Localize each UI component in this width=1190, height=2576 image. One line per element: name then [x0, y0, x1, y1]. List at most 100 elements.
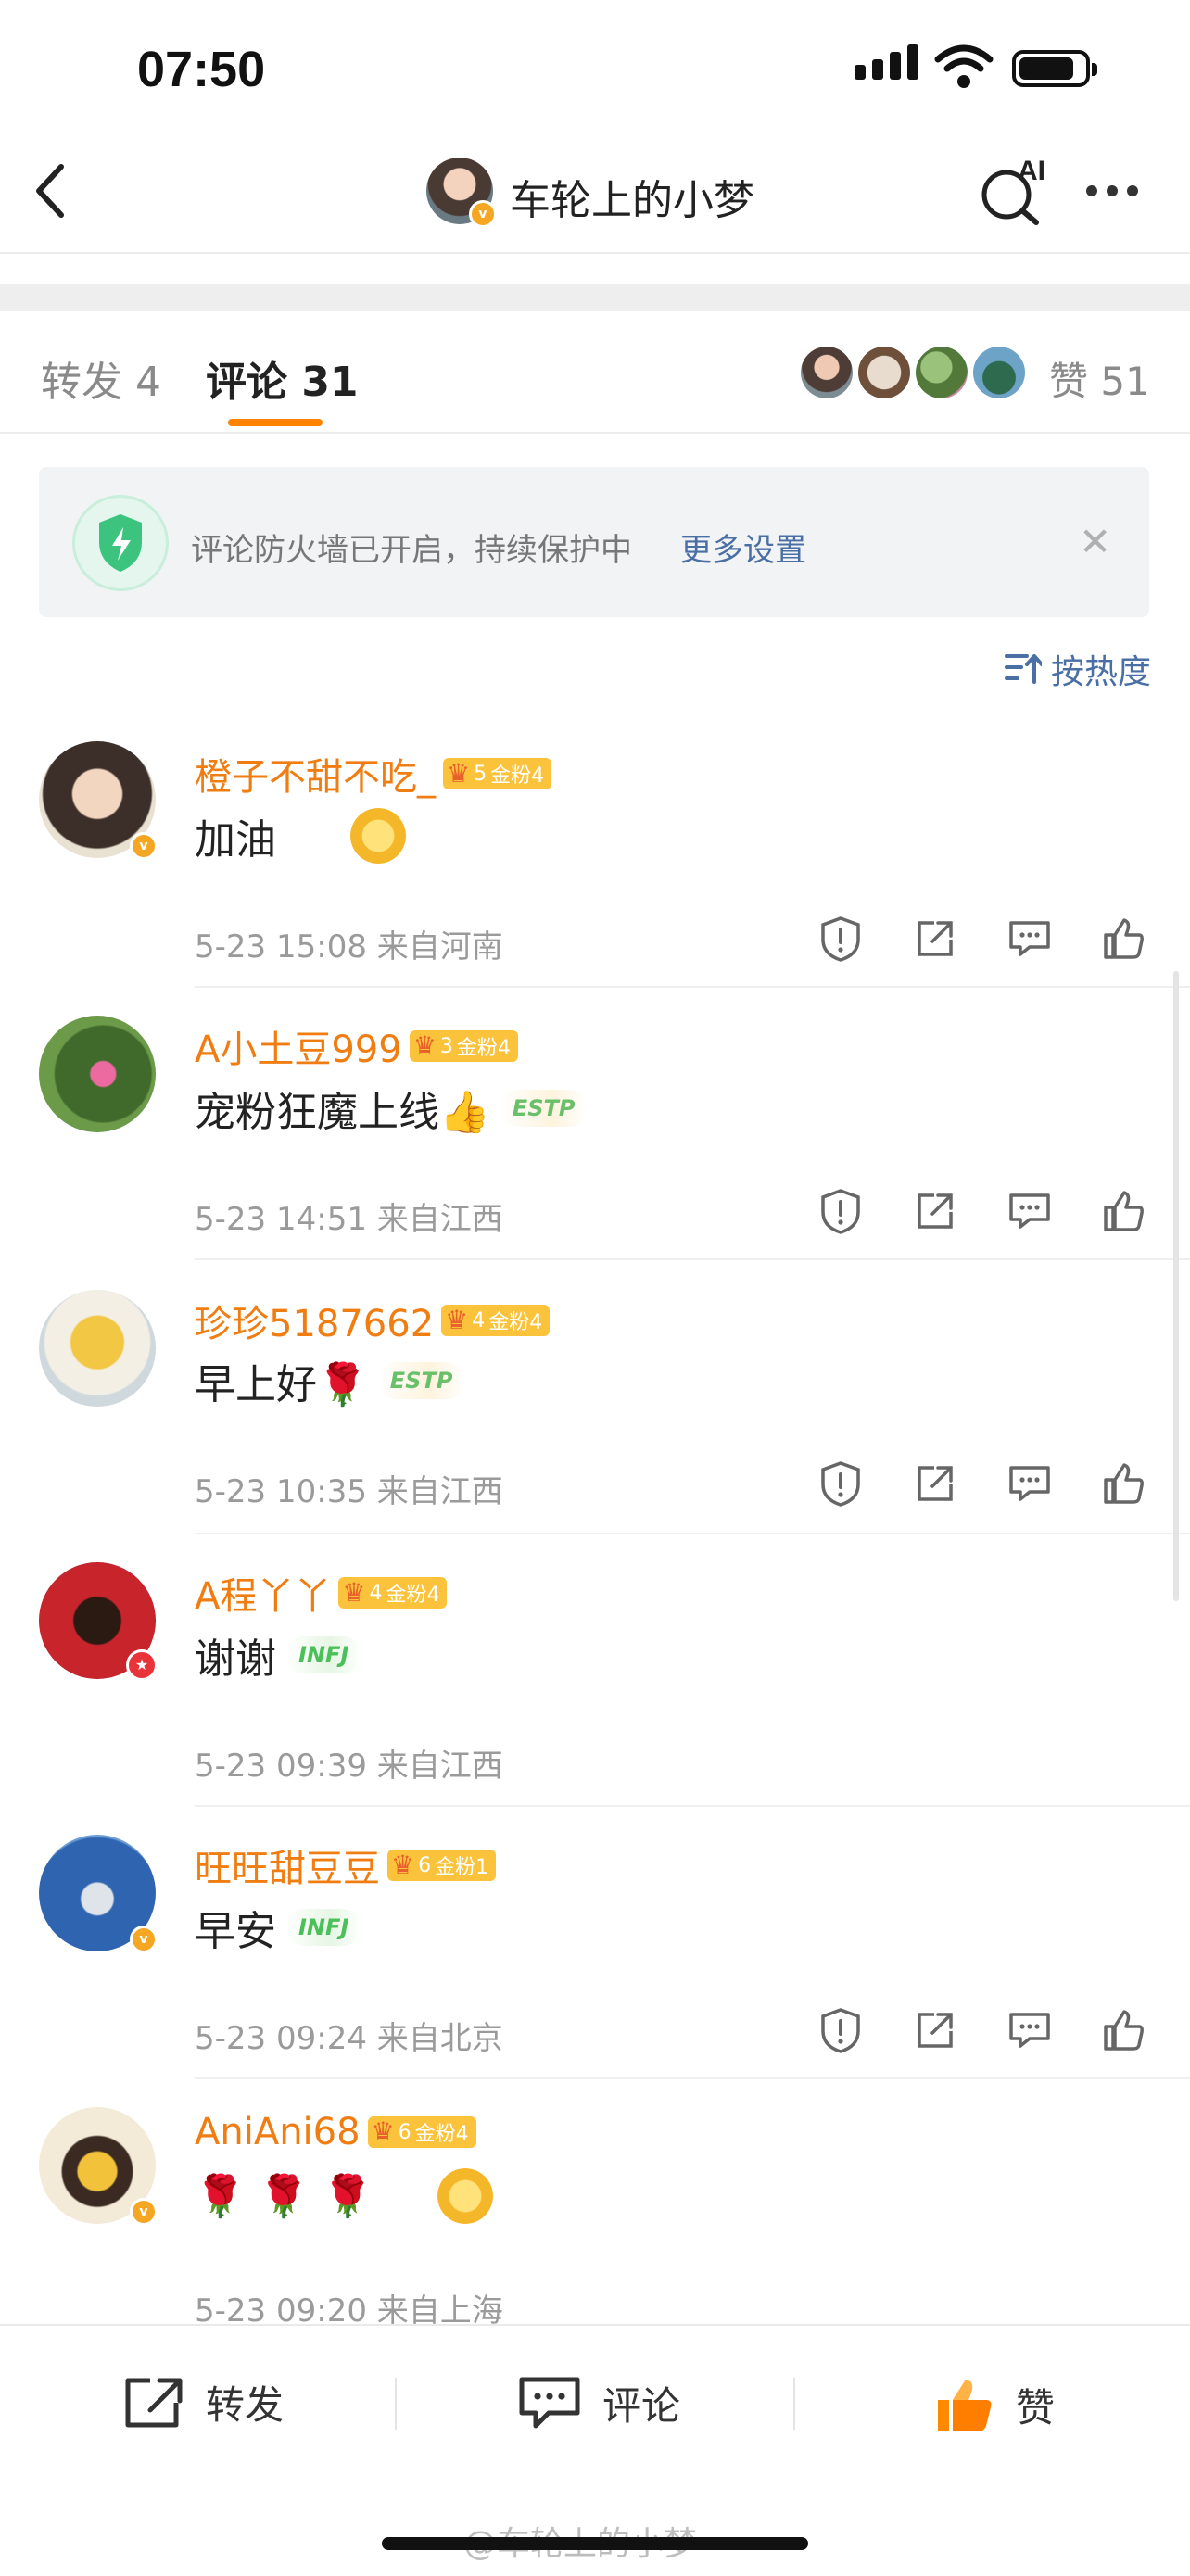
- commenter-avatar[interactable]: v: [39, 1835, 158, 1953]
- commenter-name[interactable]: 橙子不甜不吃_ ♛ 5 金粉4: [195, 747, 552, 801]
- report-icon[interactable]: [816, 1458, 866, 1509]
- reply-icon[interactable]: [1005, 1458, 1055, 1509]
- more-options-icon[interactable]: [1086, 185, 1138, 196]
- fan-label: 金粉4: [456, 1037, 511, 1060]
- comment-icon: [519, 2377, 580, 2429]
- crown-icon: ♛: [371, 2116, 395, 2147]
- liker-avatar: [916, 347, 968, 398]
- report-icon[interactable]: [816, 914, 866, 964]
- like-icon[interactable]: [1099, 1186, 1149, 1236]
- reply-icon[interactable]: [1005, 2005, 1055, 2055]
- firewall-status-text: 评论防火墙已开启，持续保护中: [191, 532, 632, 569]
- fan-level: 6: [398, 2120, 411, 2144]
- commenter-avatar[interactable]: ★: [39, 1562, 158, 1681]
- sort-label: 按热度: [1051, 653, 1152, 691]
- coin-sticker-icon: [350, 808, 406, 864]
- red-badge-icon: ★: [126, 1649, 158, 1681]
- ai-search-icon[interactable]: AI: [977, 156, 1047, 230]
- section-divider: [0, 284, 1190, 311]
- comment-actions: [816, 1458, 1149, 1509]
- liker-avatar: [858, 347, 910, 398]
- wifi-icon: [934, 43, 994, 93]
- fan-level: 4: [472, 1308, 486, 1332]
- comment-actions: [816, 2005, 1149, 2055]
- commenter-avatar[interactable]: [39, 1016, 156, 1132]
- username: 橙子不甜不吃_: [195, 756, 436, 799]
- page-title[interactable]: 车轮上的小梦: [510, 167, 754, 226]
- like-label: 赞: [1016, 2384, 1056, 2431]
- mbti-sticker: INFJ: [285, 1909, 362, 1946]
- commenter-avatar[interactable]: [39, 1290, 156, 1407]
- comment-text: 🌹 🌹 🌹: [195, 2168, 494, 2224]
- commenter-name[interactable]: 珍珍5187662 ♛ 4 金粉4: [195, 1294, 551, 1347]
- share-icon[interactable]: [910, 2005, 960, 2055]
- comment-time: 5-23 14:51: [195, 1201, 367, 1238]
- share-icon[interactable]: [910, 1186, 960, 1236]
- commenter-avatar[interactable]: v: [39, 2107, 158, 2226]
- more-settings-link[interactable]: 更多设置: [680, 524, 806, 570]
- commenter-name[interactable]: AniAni68 ♛ 6 金粉4: [195, 2111, 476, 2153]
- verified-badge-icon: v: [130, 832, 158, 860]
- fan-level: 4: [369, 1581, 383, 1605]
- sort-by-hot-button[interactable]: 按热度: [1005, 645, 1151, 693]
- fan-label: 金粉1: [435, 1856, 489, 1879]
- fan-label: 金粉4: [488, 1311, 543, 1334]
- close-icon[interactable]: ✕: [1079, 523, 1111, 562]
- commenter-name[interactable]: A小土豆999 ♛ 3 金粉4: [195, 1019, 518, 1073]
- comment-location: 来自河南: [376, 928, 503, 966]
- mbti-sticker: INFJ: [285, 1636, 362, 1673]
- comment-meta: 5-23 10:35 来自江西: [195, 1466, 503, 1511]
- svg-text:AI: AI: [1018, 156, 1045, 186]
- commenter-avatar[interactable]: v: [39, 741, 158, 860]
- fan-badge: ♛ 6 金粉1: [387, 1850, 497, 1881]
- comment-body: 早上好🌹: [195, 1361, 368, 1408]
- report-icon[interactable]: [816, 2005, 866, 2055]
- comment-label: 评论: [602, 2382, 681, 2429]
- verified-badge-icon: v: [130, 1926, 158, 1953]
- comment-meta: 5-23 09:39 来自江西: [195, 1740, 503, 1786]
- liker-avatar: [801, 347, 853, 398]
- tab-likes[interactable]: 赞 51: [1049, 350, 1150, 407]
- comment-meta: 5-23 09:24 来自北京: [195, 2013, 503, 2058]
- back-arrow-icon[interactable]: [32, 161, 69, 224]
- report-icon[interactable]: [816, 1186, 866, 1236]
- fan-label: 金粉4: [386, 1584, 440, 1607]
- tab-repost[interactable]: 转发 4: [41, 348, 161, 408]
- sort-icon: [1005, 654, 1042, 684]
- repost-label: 转发: [206, 2382, 285, 2428]
- like-icon[interactable]: [1099, 914, 1149, 964]
- comment-body: 谢谢: [195, 1635, 276, 1683]
- comment-text: 早安 INFJ: [195, 1898, 362, 1957]
- liker-avatars[interactable]: [801, 347, 1031, 398]
- scrollbar[interactable]: [1173, 971, 1179, 1601]
- reply-icon[interactable]: [1005, 1186, 1055, 1236]
- comment-body: 🌹 🌹 🌹: [195, 2173, 373, 2220]
- commenter-name[interactable]: A程丫丫 ♛ 4 金粉4: [195, 1566, 448, 1620]
- commenter-name[interactable]: 旺旺甜豆豆 ♛ 6 金粉1: [195, 1838, 497, 1892]
- tab-comments[interactable]: 评论 31: [206, 348, 359, 408]
- comment-actions: [816, 1186, 1149, 1236]
- share-icon[interactable]: [910, 914, 960, 964]
- fan-badge: ♛ 4 金粉4: [338, 1577, 448, 1609]
- repost-button[interactable]: 转发: [122, 2374, 284, 2431]
- repost-icon: [125, 2378, 183, 2427]
- verified-badge-icon: v: [130, 2198, 158, 2226]
- comment-time: 5-23 15:08: [195, 928, 367, 966]
- like-icon[interactable]: [1099, 2005, 1149, 2055]
- liked-thumb-icon: [938, 2380, 992, 2431]
- fan-badge: ♛ 5 金粉4: [443, 758, 552, 789]
- reply-icon[interactable]: [1005, 914, 1055, 964]
- share-icon[interactable]: [910, 1458, 960, 1509]
- like-icon[interactable]: [1099, 1458, 1149, 1509]
- username: A小土豆999: [195, 1029, 402, 1071]
- crown-icon: ♛: [445, 1305, 469, 1335]
- fan-label: 金粉4: [414, 2123, 469, 2146]
- comment-location: 来自江西: [376, 1748, 503, 1785]
- comment-time: 5-23 09:24: [195, 2020, 367, 2057]
- home-indicator[interactable]: [382, 2537, 808, 2550]
- comment-button[interactable]: 评论: [517, 2374, 680, 2431]
- fan-level: 3: [439, 1034, 453, 1058]
- author-avatar[interactable]: v: [426, 158, 497, 228]
- like-button[interactable]: 赞: [934, 2374, 1055, 2435]
- comment-location: 来自江西: [376, 1473, 503, 1510]
